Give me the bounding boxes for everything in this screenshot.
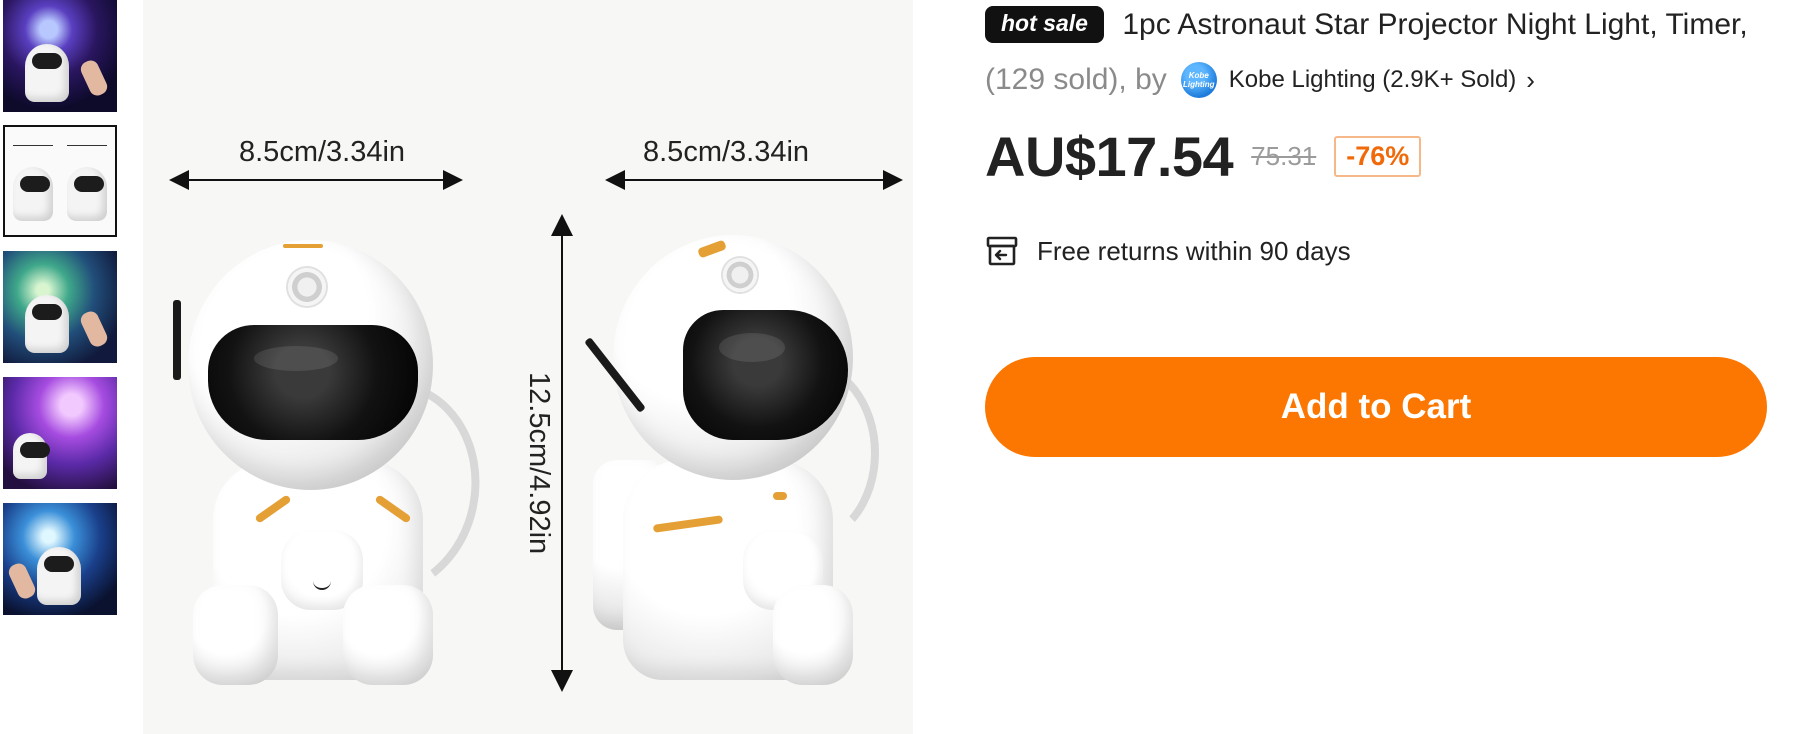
free-returns-text: Free returns within 90 days [1037,235,1351,266]
width-label-left: 8.5cm/3.34in [239,136,406,168]
dimension-line-icon [13,145,53,146]
seller-name-link[interactable]: Kobe Lighting (2.9K+ Sold) [1229,66,1517,94]
remote-hand-icon [6,560,38,602]
remote-hand-icon [78,57,110,99]
width-label-right: 8.5cm/3.34in [643,136,810,168]
thumbnail-1[interactable] [3,0,117,112]
thumbnail-4[interactable] [3,377,117,489]
hot-sale-badge: hot sale [985,6,1104,43]
astronaut-icon [13,167,53,221]
astronaut-foot [773,585,853,685]
astronaut-icon [37,547,81,605]
width-arrow-right-icon [605,170,903,190]
projector-lens-icon [288,268,326,306]
thumbnail-5[interactable] [3,503,117,615]
seller-row: (129 sold), by Kobe Lighting Kobe Lighti… [985,62,1535,98]
astronaut-foot-right [343,585,433,685]
current-price: AU$17.54 [985,125,1234,188]
product-title[interactable]: 1pc Astronaut Star Projector Night Light… [1122,8,1747,42]
thumbnail-3[interactable] [3,251,117,363]
projector-lens-icon [723,258,757,292]
astronaut-front-figure [173,230,497,690]
chevron-right-icon[interactable]: › [1526,65,1535,96]
price-row: AU$17.54 75.31 -76% [985,124,1422,189]
thumbnail-2[interactable] [3,125,117,237]
main-product-image[interactable]: 8.5cm/3.34in 8.5cm/3.34in 12.5cm/4.92in [143,0,913,734]
orange-strap [773,492,787,500]
discount-badge: -76% [1334,136,1422,177]
height-label: 12.5cm/4.92in [523,372,555,555]
astronaut-side-figure [584,230,893,690]
original-price: 75.31 [1251,141,1317,171]
astronaut-icon [25,44,69,102]
title-row: hot sale 1pc Astronaut Star Projector Ni… [985,6,1748,43]
astronaut-foot-left [193,585,278,685]
remote-hand-icon [78,308,110,350]
helmet-stripe [283,244,323,248]
astronaut-visor [208,325,418,440]
astronaut-icon [13,433,50,479]
height-arrow-icon [551,214,573,692]
astronaut-icon [25,295,69,353]
sold-count: (129 sold), by [985,63,1167,96]
returns-row[interactable]: Free returns within 90 days [985,234,1351,268]
seller-logo[interactable]: Kobe Lighting [1180,62,1217,98]
astronaut-visor [683,310,848,440]
astronaut-icon [67,167,107,221]
width-arrow-left-icon [169,170,463,190]
dimension-line-icon [67,145,107,146]
antenna-icon [173,300,181,380]
product-info: hot sale 1pc Astronaut Star Projector Ni… [985,0,1814,734]
return-box-icon [986,236,1018,266]
add-to-cart-button[interactable]: Add to Cart [985,357,1767,457]
